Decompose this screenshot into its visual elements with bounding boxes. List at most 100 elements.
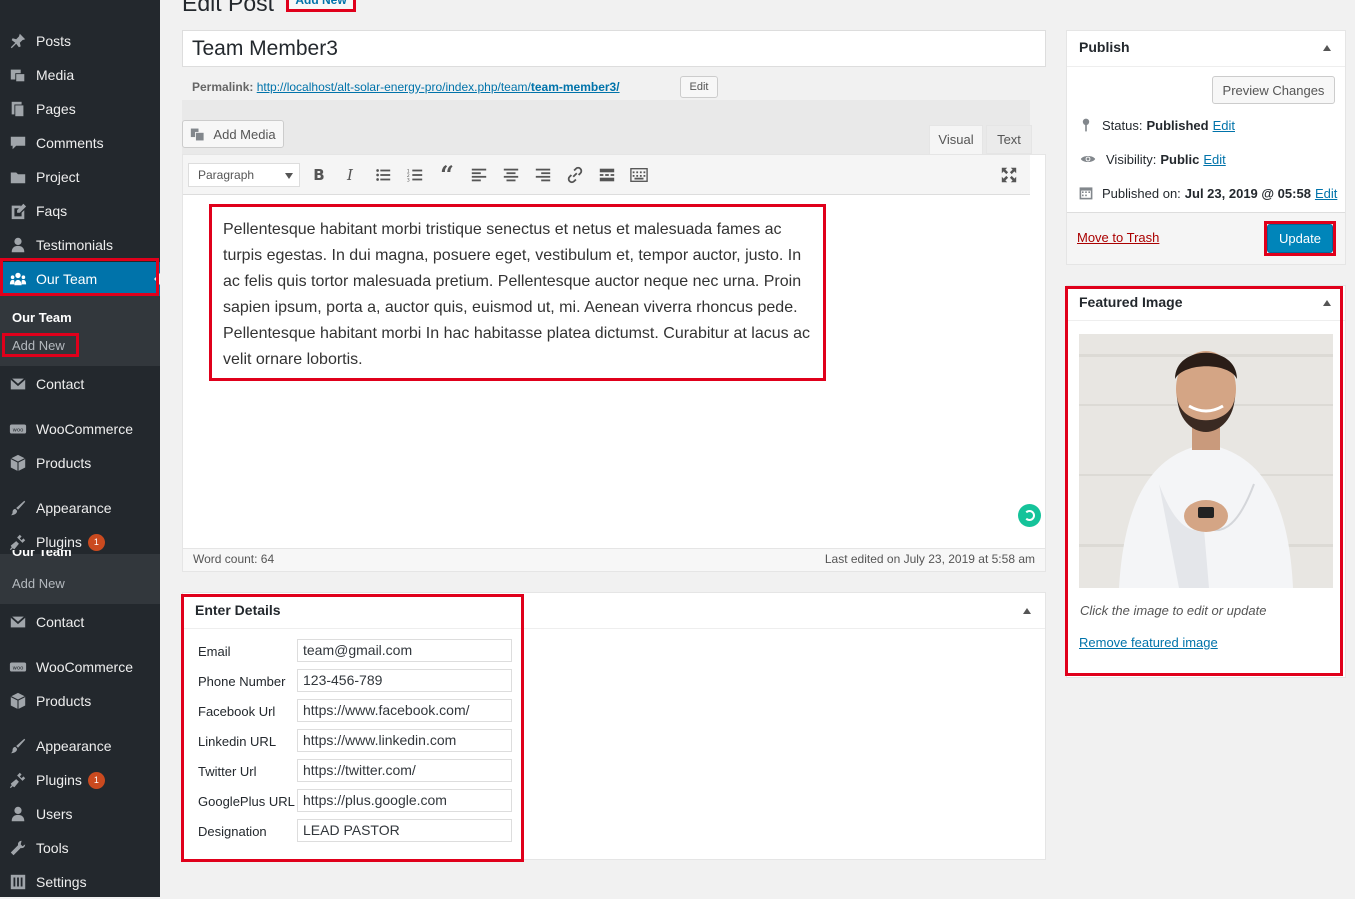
svg-text:3: 3	[407, 177, 410, 183]
read-more-icon[interactable]	[597, 165, 617, 185]
mail-icon	[8, 612, 28, 632]
page-title: Edit Post	[182, 0, 275, 16]
googleplus-label: GooglePlus URL	[198, 794, 295, 809]
email-field[interactable]: team@gmail.com	[297, 639, 512, 662]
featured-divider	[1067, 320, 1345, 321]
align-center-icon[interactable]	[501, 165, 521, 185]
sidebar-item-settings[interactable]: Settings	[0, 865, 160, 899]
status-row: Status: Published Edit	[1078, 117, 1235, 133]
preview-changes-button[interactable]: Preview Changes	[1212, 76, 1335, 104]
sidebar-item-media[interactable]: Media	[0, 58, 160, 92]
toolbar-toggle-icon[interactable]	[629, 165, 649, 185]
box-icon	[8, 691, 28, 711]
sidebar-item-appearance-2[interactable]: Appearance	[0, 729, 160, 763]
phone-label: Phone Number	[198, 674, 286, 689]
plug-icon	[8, 770, 28, 790]
toggle-panel-icon[interactable]	[1023, 608, 1031, 614]
word-count: Word count: 64	[193, 552, 275, 566]
calendar-icon	[1079, 187, 1093, 200]
remove-featured-image-link[interactable]: Remove featured image	[1079, 635, 1218, 650]
twitter-label: Twitter Url	[198, 764, 257, 779]
sidebar-item-our-team[interactable]: Our Team	[0, 262, 160, 296]
users-icon	[8, 804, 28, 824]
sidebar-item-products[interactable]: Products	[0, 446, 160, 480]
tab-text[interactable]: Text	[986, 125, 1032, 154]
linkedin-label: Linkedin URL	[198, 734, 277, 749]
post-title-input[interactable]: Team Member3	[182, 30, 1046, 67]
submenu-add-new[interactable]: Add New	[12, 338, 65, 353]
visibility-edit-link[interactable]: Edit	[1203, 152, 1225, 167]
format-select[interactable]: Paragraph	[188, 163, 300, 187]
sidebar-item-pages[interactable]: Pages	[0, 92, 160, 126]
linkedin-field[interactable]: https://www.linkedin.com	[297, 729, 512, 752]
link-icon[interactable]	[565, 165, 585, 185]
sidebar-item-woocommerce[interactable]: woo WooCommerce	[0, 412, 160, 446]
pages-icon	[8, 99, 28, 119]
sidebar-item-plugins-2[interactable]: Plugins 1	[0, 763, 160, 797]
italic-icon[interactable]: I	[340, 165, 360, 185]
publish-title: Publish	[1079, 39, 1130, 55]
sidebar-item-comments[interactable]: Comments	[0, 126, 160, 160]
toggle-panel-icon[interactable]	[1323, 45, 1331, 51]
sidebar-item-posts[interactable]: Posts	[0, 24, 160, 58]
editor-content[interactable]: Pellentesque habitant morbi tristique se…	[223, 217, 810, 373]
submenu-our-team[interactable]: Our Team	[12, 310, 72, 325]
faqs-icon	[8, 201, 28, 221]
date-edit-link[interactable]: Edit	[1315, 186, 1337, 201]
tab-visual[interactable]: Visual	[929, 125, 983, 156]
permalink-edit-button[interactable]: Edit	[680, 76, 718, 98]
brush-icon	[8, 498, 28, 518]
email-label: Email	[198, 644, 231, 659]
status-edit-link[interactable]: Edit	[1213, 118, 1235, 133]
update-button[interactable]: Update	[1267, 224, 1333, 253]
designation-field[interactable]: LEAD PASTOR	[297, 819, 512, 842]
sidebar-item-appearance[interactable]: Appearance	[0, 491, 160, 525]
facebook-field[interactable]: https://www.facebook.com/	[297, 699, 512, 722]
submenu-add-new-2[interactable]: Add New	[12, 576, 65, 591]
submenu-our-team-clipped: Our Team	[12, 550, 72, 559]
woo-icon: woo	[8, 419, 28, 439]
editor-tools-bg	[182, 100, 1030, 155]
svg-text:woo: woo	[13, 427, 24, 433]
align-left-icon[interactable]	[469, 165, 489, 185]
bullet-list-icon[interactable]	[373, 165, 393, 185]
sidebar-item-woocommerce-2[interactable]: woo WooCommerce	[0, 650, 160, 684]
last-edited: Last edited on July 23, 2019 at 5:58 am	[824, 552, 1035, 566]
permalink-row: Permalink: http://localhost/alt-solar-en…	[192, 80, 620, 94]
add-media-button[interactable]: Add Media	[182, 120, 284, 148]
align-right-icon[interactable]	[533, 165, 553, 185]
sidebar-item-users[interactable]: Users	[0, 797, 160, 831]
numbered-list-icon[interactable]: 123	[405, 165, 425, 185]
blockquote-icon[interactable]: “	[437, 160, 457, 189]
plugins-update-badge: 1	[87, 533, 105, 551]
featured-image-thumbnail[interactable]	[1079, 334, 1333, 588]
caret-down-icon	[285, 173, 293, 179]
twitter-field[interactable]: https://twitter.com/	[297, 759, 512, 782]
sidebar-item-testimonials[interactable]: Testimonials	[0, 228, 160, 262]
sidebar-item-contact[interactable]: Contact	[0, 367, 160, 401]
bold-icon[interactable]: B	[309, 165, 329, 185]
sidebar-item-faqs[interactable]: Faqs	[0, 194, 160, 228]
visibility-row: Visibility: Public Edit	[1078, 151, 1226, 167]
wrench-icon	[8, 838, 28, 858]
sidebar-item-contact-2[interactable]: Contact	[0, 605, 160, 639]
admin-sidebar: Posts Media Pages Comments Project Faqs …	[0, 0, 160, 897]
sidebar-item-project[interactable]: Project	[0, 160, 160, 194]
svg-text:woo: woo	[13, 665, 24, 671]
add-new-post-button[interactable]: Add New	[286, 0, 356, 12]
person-icon	[8, 235, 28, 255]
enter-details-title: Enter Details	[195, 602, 281, 618]
publish-divider	[1067, 66, 1345, 67]
grammarly-icon[interactable]	[1018, 504, 1041, 527]
sidebar-item-tools[interactable]: Tools	[0, 831, 160, 865]
permalink-link[interactable]: http://localhost/alt-solar-energy-pro/in…	[257, 80, 620, 94]
fullscreen-icon[interactable]	[999, 165, 1019, 185]
move-to-trash-link[interactable]: Move to Trash	[1077, 230, 1159, 245]
sidebar-item-products-2[interactable]: Products	[0, 684, 160, 718]
phone-field[interactable]: 123-456-789	[297, 669, 512, 692]
media-icon	[8, 65, 28, 85]
googleplus-field[interactable]: https://plus.google.com	[297, 789, 512, 812]
featured-image-title: Featured Image	[1079, 294, 1183, 310]
toggle-panel-icon[interactable]	[1323, 300, 1331, 306]
plug-icon	[8, 532, 28, 552]
